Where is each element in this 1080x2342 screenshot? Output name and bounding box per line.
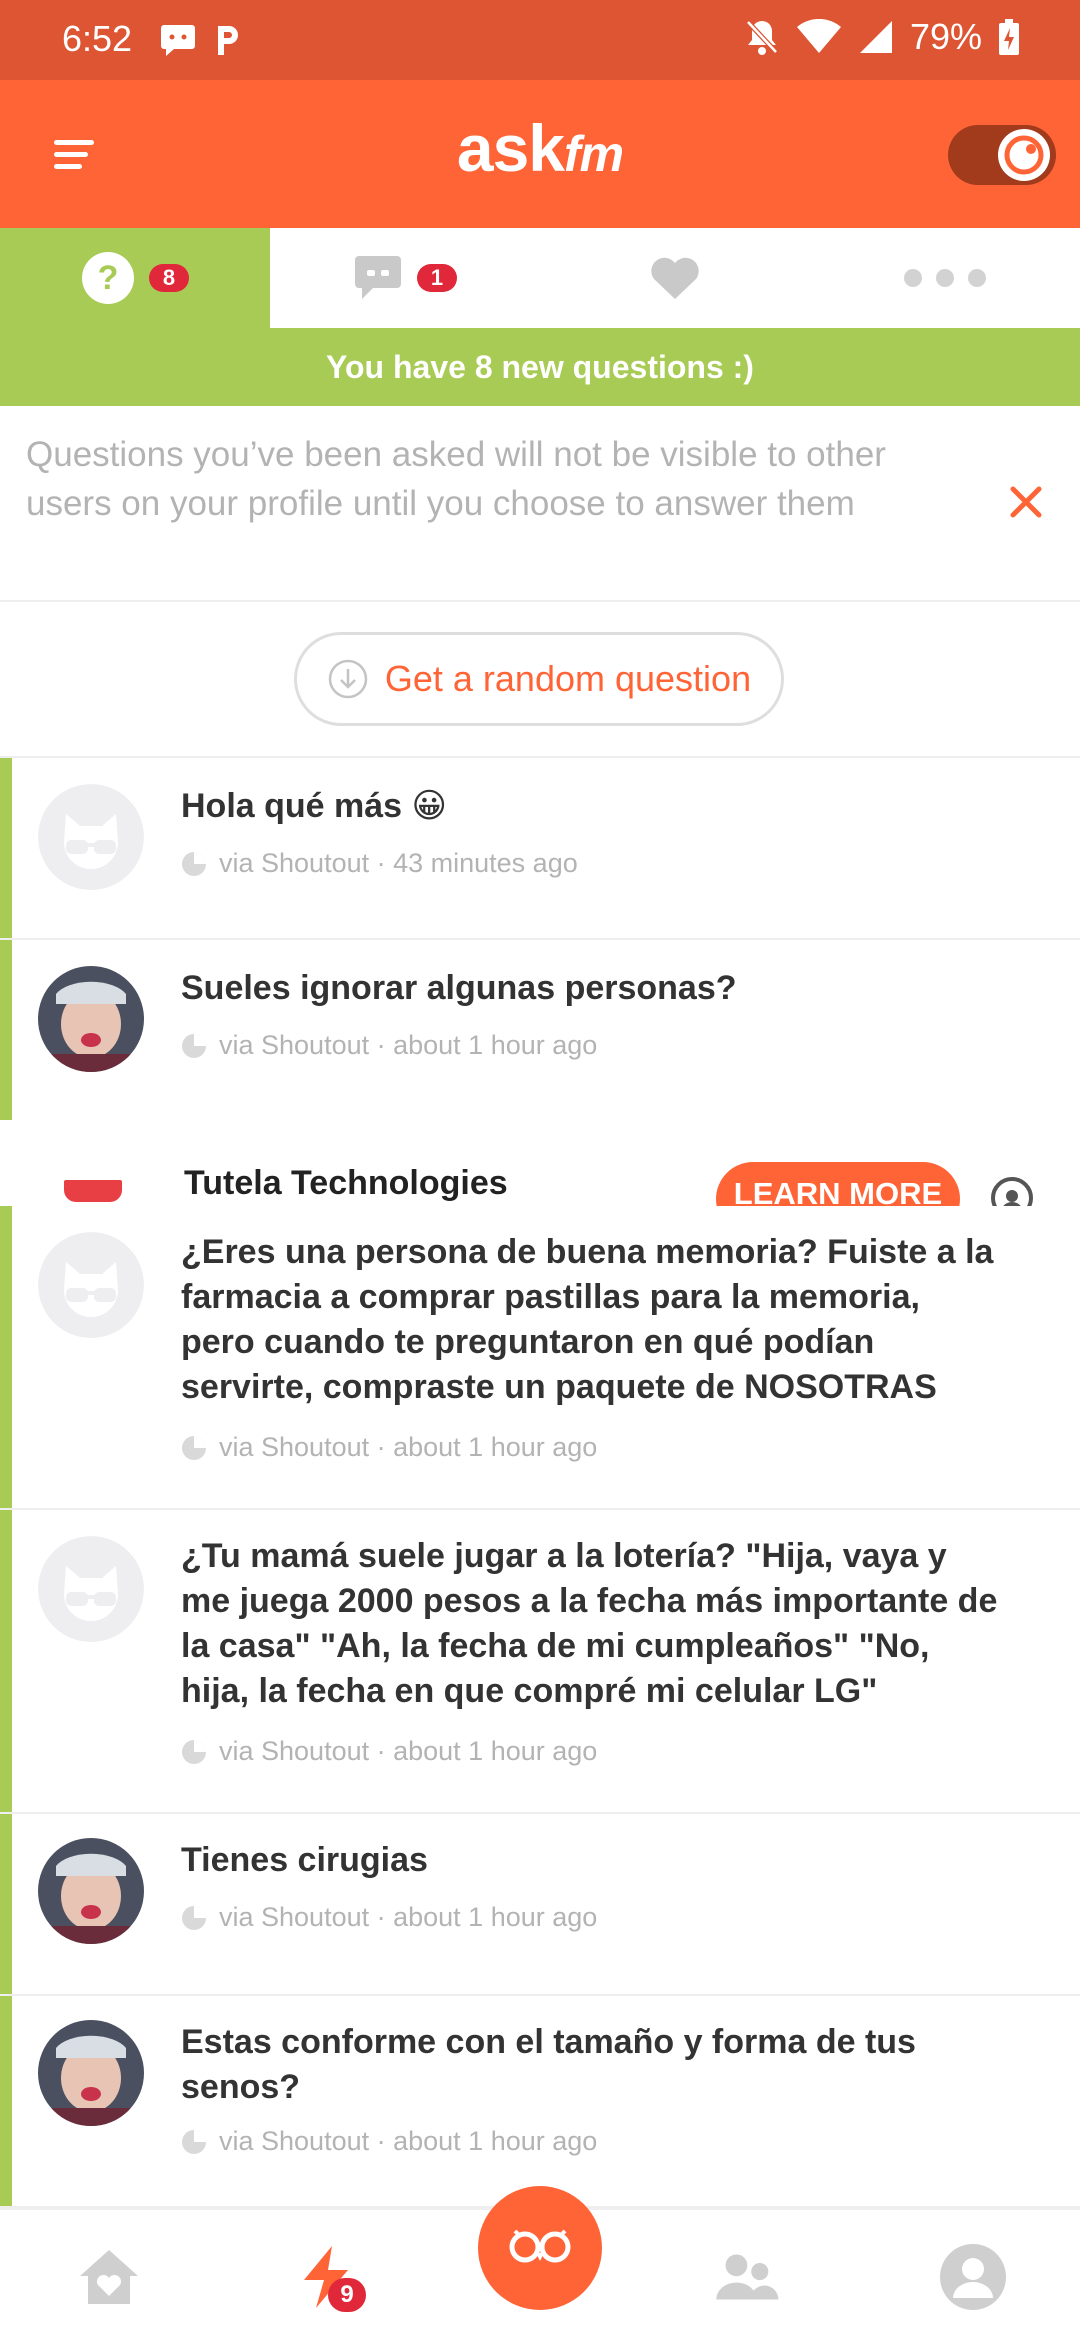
unread-accent xyxy=(0,1206,12,1508)
shoutout-icon xyxy=(182,1435,206,1460)
toggle-knob xyxy=(998,129,1050,181)
questions-badge: 8 xyxy=(149,264,189,292)
random-question-button[interactable]: Get a random question xyxy=(294,632,784,726)
question-meta: via Shoutout · about 1 hour ago xyxy=(181,1030,597,1061)
notice-text: Questions you’ve been asked will not be … xyxy=(26,435,886,523)
question-meta-text: via Shoutout · about 1 hour ago xyxy=(219,1432,598,1462)
question-meta-text: via Shoutout · 43 minutes ago xyxy=(219,848,578,878)
avatar xyxy=(38,784,144,890)
svg-text:?: ? xyxy=(98,259,119,297)
question-text: Estas conforme con el tamaño y forma de … xyxy=(181,2023,916,2106)
shoutout-icon xyxy=(182,2129,206,2154)
question-meta: via Shoutout · about 1 hour ago xyxy=(181,1736,597,1767)
question-meta: via Shoutout · about 1 hour ago xyxy=(181,1902,597,1933)
question-item[interactable]: ¿Eres una persona de buena memoria? Fuis… xyxy=(0,1206,1080,1510)
avatar xyxy=(38,966,144,1072)
unread-accent xyxy=(0,758,12,938)
unread-accent xyxy=(0,1814,12,1994)
chat-notification-icon xyxy=(161,25,195,56)
question-text: Hola qué más 😀 xyxy=(181,787,447,825)
battery-percent: 79% xyxy=(909,16,982,57)
default-avatar-icon xyxy=(38,1536,144,1642)
learn-more-button[interactable]: LEARN MORE xyxy=(716,1162,960,1206)
chat-icon xyxy=(355,256,401,299)
question-meta-text: via Shoutout · about 1 hour ago xyxy=(219,1030,598,1060)
download-circle-icon xyxy=(328,659,368,699)
status-time: 6:52 xyxy=(62,18,133,59)
random-question-label: Get a random question xyxy=(384,658,752,699)
wifi-icon xyxy=(796,19,841,53)
shoutout-icon xyxy=(182,1739,206,1764)
question-meta: via Shoutout · about 1 hour ago xyxy=(181,1432,597,1463)
question-item[interactable]: Estas conforme con el tamaño y forma de … xyxy=(0,1996,1080,2208)
avatar xyxy=(38,1232,144,1338)
bell-off-icon xyxy=(746,20,778,55)
friends-icon[interactable] xyxy=(710,2242,780,2312)
question-meta-text: via Shoutout · about 1 hour ago xyxy=(219,1902,598,1932)
tab-more[interactable] xyxy=(810,228,1080,328)
shoutout-icon xyxy=(182,1905,206,1930)
activity-badge: 9 xyxy=(328,2278,366,2312)
app-logo: askfm xyxy=(0,110,1080,186)
ask-center-button[interactable] xyxy=(478,2186,602,2310)
advertiser-logo xyxy=(64,1180,122,1202)
avatar xyxy=(38,2020,144,2126)
shoutout-icon xyxy=(182,1033,206,1058)
shoutout-icon xyxy=(182,851,206,876)
question-text: ¿Eres una persona de buena memoria? Fuis… xyxy=(181,1233,994,1406)
battery-charging-icon xyxy=(999,19,1019,55)
question-item[interactable]: Hola qué más 😀 via Shoutout · 43 minutes… xyxy=(0,758,1080,940)
unread-accent xyxy=(0,940,12,1120)
avatar xyxy=(38,1536,144,1642)
sponsored-ad[interactable]: Tutela Technologies LEARN MORE xyxy=(0,1120,1080,1206)
app-bar: askfm xyxy=(0,80,1080,228)
unread-accent xyxy=(0,1996,12,2206)
question-item[interactable]: ¿Tu mamá suele jugar a la lotería? "Hija… xyxy=(0,1510,1080,1814)
cell-signal-icon xyxy=(859,21,892,53)
parking-icon xyxy=(218,26,238,55)
toggle-face-icon xyxy=(1004,135,1044,175)
tab-questions[interactable]: ? 8 xyxy=(0,228,270,328)
question-meta: via Shoutout · about 1 hour ago xyxy=(181,2126,597,2157)
mode-toggle[interactable] xyxy=(948,125,1056,185)
advertiser-name: Tutela Technologies xyxy=(184,1164,508,1202)
heart-icon xyxy=(651,257,699,299)
question-meta: via Shoutout · 43 minutes ago xyxy=(181,848,578,879)
profile-icon[interactable] xyxy=(938,2242,1008,2312)
question-icon: ? xyxy=(82,252,134,304)
user-photo-avatar xyxy=(38,1838,144,1944)
chats-badge: 1 xyxy=(417,264,457,292)
logo-main-text: ask xyxy=(456,111,565,185)
close-icon[interactable] xyxy=(1008,484,1044,520)
home-icon[interactable] xyxy=(74,2242,144,2312)
new-questions-banner: You have 8 new questions :) xyxy=(0,328,1080,406)
question-text: ¿Tu mamá suele jugar a la lotería? "Hija… xyxy=(181,1537,998,1710)
unread-accent xyxy=(0,1510,12,1812)
question-text: Tienes cirugias xyxy=(181,1841,428,1879)
status-bar: 6:52 79% xyxy=(0,0,1080,80)
ad-info-icon[interactable] xyxy=(990,1176,1034,1206)
question-meta-text: via Shoutout · about 1 hour ago xyxy=(219,2126,598,2156)
tab-chats[interactable]: 1 xyxy=(270,228,540,328)
privacy-notice: Questions you’ve been asked will not be … xyxy=(0,406,1080,602)
user-photo-avatar xyxy=(38,966,144,1072)
more-dots-icon xyxy=(904,269,986,287)
question-item[interactable]: Sueles ignorar algunas personas? via Sho… xyxy=(0,940,1080,1122)
user-photo-avatar xyxy=(38,2020,144,2126)
default-avatar-icon xyxy=(38,1232,144,1338)
default-avatar-icon xyxy=(38,784,144,890)
avatar xyxy=(38,1838,144,1944)
owl-icon xyxy=(509,2229,571,2263)
logo-suffix-text: fm xyxy=(564,126,624,182)
inbox-tabs: ? 8 1 xyxy=(0,228,1080,328)
tab-likes[interactable] xyxy=(540,228,810,328)
question-item[interactable]: Tienes cirugias via Shoutout · about 1 h… xyxy=(0,1814,1080,1996)
question-meta-text: via Shoutout · about 1 hour ago xyxy=(219,1736,598,1766)
question-text: Sueles ignorar algunas personas? xyxy=(181,969,737,1007)
